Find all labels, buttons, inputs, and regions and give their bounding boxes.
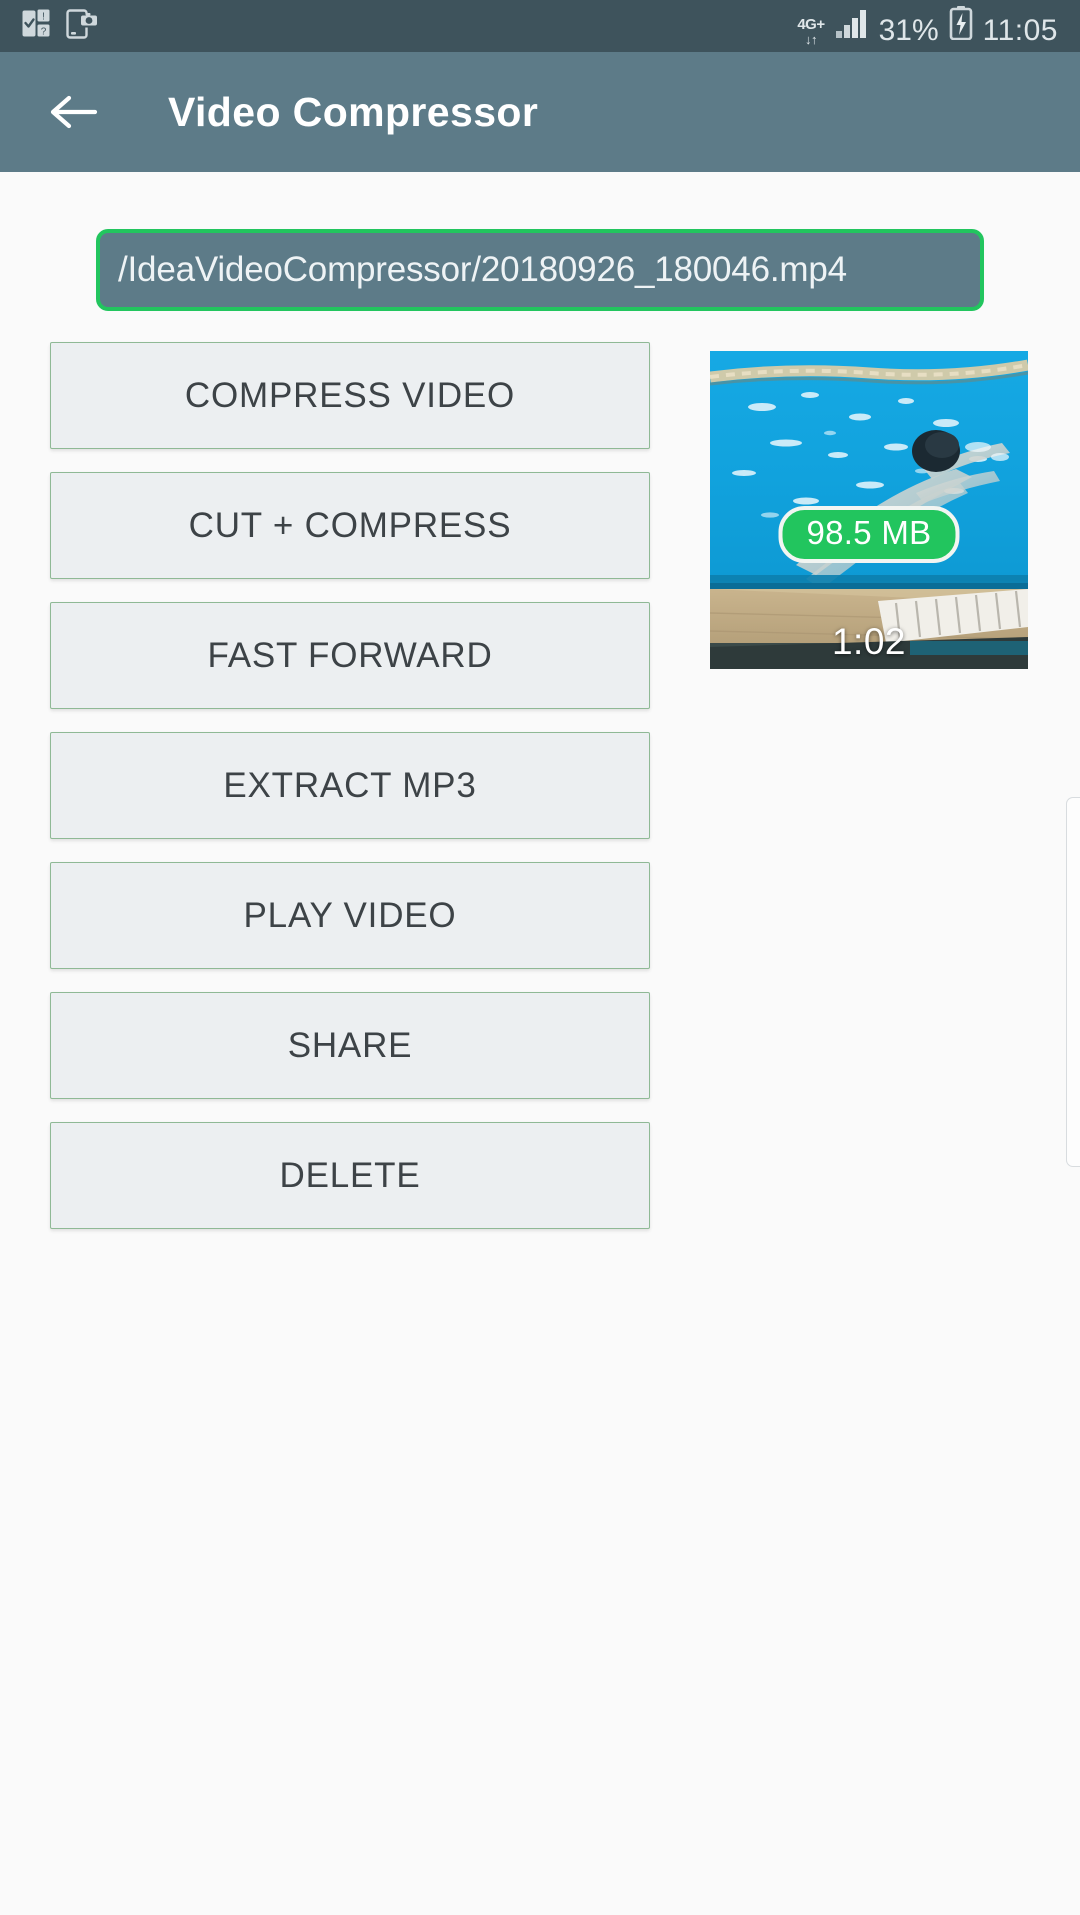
status-clock: 11:05 <box>982 14 1058 47</box>
signal-bars-icon <box>835 9 869 44</box>
action-button-list: COMPRESS VIDEO CUT + COMPRESS FAST FORWA… <box>50 342 650 1229</box>
video-duration-label: 1:02 <box>831 621 906 662</box>
cut-compress-button[interactable]: CUT + COMPRESS <box>50 472 650 579</box>
compress-video-button[interactable]: COMPRESS VIDEO <box>50 342 650 449</box>
file-size-badge: 98.5 MB <box>778 506 960 563</box>
screenshot-capture-icon <box>66 8 100 45</box>
quiz-notification-icon: ! ? <box>22 8 52 45</box>
status-bar: ! ? 4G+ ↓↑ 31% 11:05 <box>0 0 1080 52</box>
main-content: /IdeaVideoCompressor/20180926_180046.mp4… <box>0 172 1080 1915</box>
network-type-indicator: 4G+ ↓↑ <box>797 16 825 47</box>
share-label: SHARE <box>287 1025 413 1065</box>
data-transfer-arrows: ↓↑ <box>804 32 818 47</box>
fast-forward-label: FAST FORWARD <box>207 635 493 675</box>
video-preview: 98.5 MB 1:02 <box>710 351 1028 669</box>
app-screen: ! ? 4G+ ↓↑ 31% 11:05 Video Compressor /I… <box>0 0 1080 1915</box>
app-bar: Video Compressor <box>0 52 1080 172</box>
back-arrow-icon[interactable] <box>48 86 100 138</box>
network-type-label: 4G+ <box>797 16 825 33</box>
play-video-button[interactable]: PLAY VIDEO <box>50 862 650 969</box>
delete-label: DELETE <box>279 1155 421 1195</box>
battery-charging-icon <box>949 6 973 45</box>
share-button[interactable]: SHARE <box>50 992 650 1099</box>
status-system-icons: 4G+ ↓↑ 31% 11:05 <box>797 6 1058 46</box>
play-video-label: PLAY VIDEO <box>243 895 457 935</box>
extract-mp3-label: EXTRACT MP3 <box>223 765 477 805</box>
extract-mp3-button[interactable]: EXTRACT MP3 <box>50 732 650 839</box>
svg-text:?: ? <box>41 26 47 37</box>
svg-text:!: ! <box>42 11 45 22</box>
fast-forward-button[interactable]: FAST FORWARD <box>50 602 650 709</box>
compress-video-label: COMPRESS VIDEO <box>184 375 516 415</box>
scrollbar[interactable] <box>1066 797 1080 1167</box>
battery-percent-label: 31% <box>878 14 939 47</box>
file-path-field[interactable]: /IdeaVideoCompressor/20180926_180046.mp4 <box>96 229 984 311</box>
file-path-value: /IdeaVideoCompressor/20180926_180046.mp4 <box>118 250 847 289</box>
page-title: Video Compressor <box>168 88 539 135</box>
delete-button[interactable]: DELETE <box>50 1122 650 1229</box>
status-notification-icons: ! ? <box>22 8 100 45</box>
cut-compress-label: CUT + COMPRESS <box>188 505 512 545</box>
